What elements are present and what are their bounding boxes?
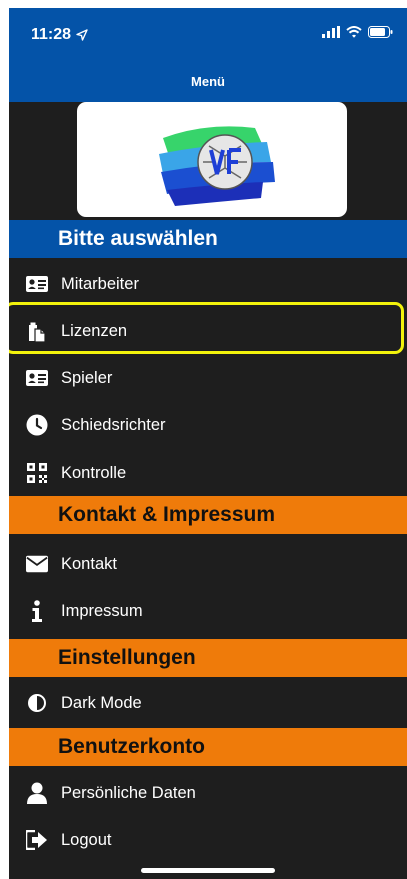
status-time: 11:28 <box>31 26 88 44</box>
menu-item-kontrolle[interactable]: Kontrolle <box>9 450 407 496</box>
menu-item-schiedsrichter[interactable]: Schiedsrichter <box>9 402 407 448</box>
logo-graphic <box>159 126 275 206</box>
menu-item-label: Dark Mode <box>61 693 142 712</box>
section-header-account: Benutzerkonto <box>9 728 407 766</box>
info-icon <box>26 600 48 622</box>
battery-icon <box>368 26 393 38</box>
location-arrow-icon <box>76 29 88 41</box>
status-clock: 11:28 <box>31 26 72 43</box>
clock-icon <box>26 414 48 436</box>
menu-item-impressum[interactable]: Impressum <box>9 588 407 634</box>
menu-item-label: Logout <box>61 830 112 849</box>
page-title: Menü <box>191 74 225 89</box>
id-card-icon <box>26 367 48 389</box>
id-card-icon <box>26 273 48 295</box>
section-header-main: Bitte auswählen <box>9 220 407 258</box>
menu-item-label: Spieler <box>61 368 113 387</box>
menu-item-label: Impressum <box>61 601 143 620</box>
menu-item-label: Schiedsrichter <box>61 415 166 434</box>
menu-item-label: Kontakt <box>61 554 117 573</box>
menu-item-mitarbeiter[interactable]: Mitarbeiter <box>9 261 407 307</box>
sign-out-icon <box>26 829 48 851</box>
qr-code-icon <box>26 462 48 484</box>
menu-item-kontakt[interactable]: Kontakt <box>9 541 407 587</box>
selection-highlight <box>9 302 404 354</box>
user-icon <box>26 782 48 804</box>
contrast-icon <box>26 692 48 714</box>
envelope-icon <box>26 553 48 575</box>
menu-item-dark-mode[interactable]: Dark Mode <box>9 680 407 726</box>
app-screen: 11:28 Menü Bitte auswählen Mitarbeiter L… <box>9 8 407 879</box>
menu-item-label: Persönliche Daten <box>61 783 196 802</box>
wifi-icon <box>346 26 362 38</box>
section-header-contact: Kontakt & Impressum <box>9 496 407 534</box>
header: 11:28 Menü <box>9 8 407 102</box>
menu-item-spieler[interactable]: Spieler <box>9 355 407 401</box>
menu-item-label: Kontrolle <box>61 463 127 482</box>
menu-item-label: Mitarbeiter <box>61 274 139 293</box>
signal-icon <box>322 26 340 38</box>
menu-item-logout[interactable]: Logout <box>9 817 407 863</box>
menu-item-persoenliche-daten[interactable]: Persönliche Daten <box>9 770 407 816</box>
section-header-settings: Einstellungen <box>9 639 407 677</box>
status-icons <box>322 26 393 38</box>
club-logo <box>77 102 347 217</box>
home-indicator[interactable] <box>141 868 275 873</box>
